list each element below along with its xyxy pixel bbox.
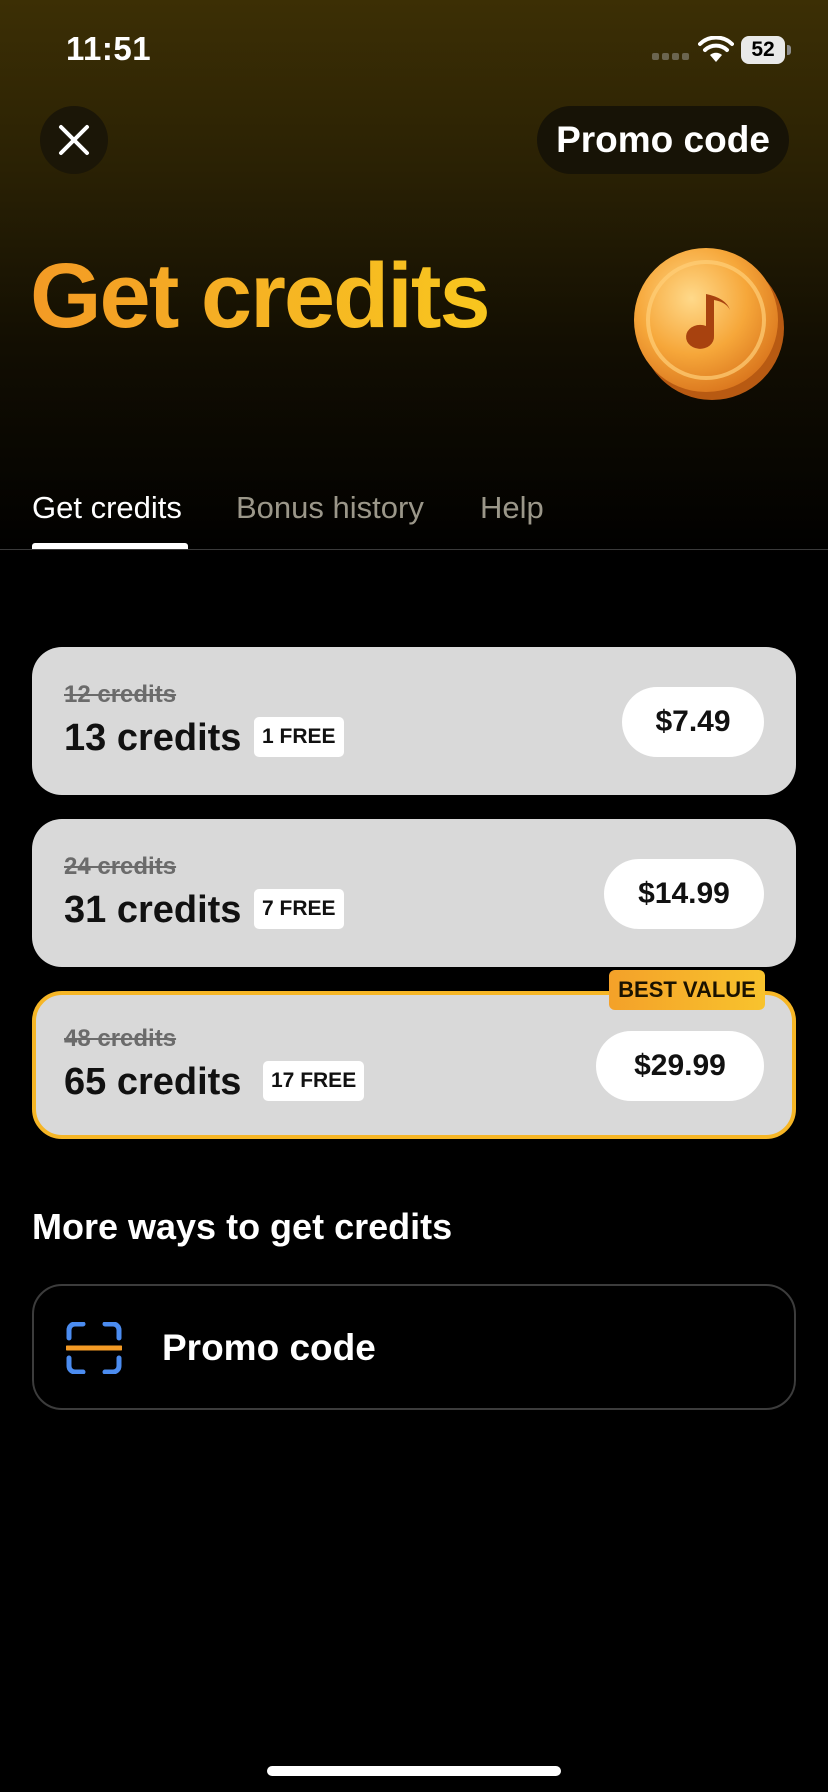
status-bar: 11:51 52 — [0, 0, 828, 100]
battery-level: 52 — [741, 36, 785, 64]
section-title: More ways to get credits — [32, 1206, 453, 1247]
scan-icon — [66, 1322, 122, 1374]
promo-code-option[interactable]: Promo code — [32, 1284, 796, 1410]
free-credits-badge: 17 FREE — [263, 1061, 365, 1101]
original-credits: 24 credits — [64, 853, 177, 880]
status-time: 11:51 — [66, 30, 152, 67]
cellular-signal-icon — [652, 53, 690, 61]
tab-bonus-history[interactable]: Bonus history — [236, 490, 424, 526]
price-button[interactable]: $29.99 — [596, 1031, 764, 1101]
credits-amount: 65 credits — [64, 1061, 242, 1103]
credits-amount: 13 credits — [64, 717, 242, 759]
original-credits: 12 credits — [64, 681, 177, 708]
credit-offer-card[interactable]: 12 credits 13 credits 1 FREE $7.49 — [32, 647, 796, 795]
close-icon — [59, 125, 89, 155]
price-button[interactable]: $7.49 — [622, 687, 764, 757]
close-button[interactable] — [40, 106, 108, 174]
battery-icon: 52 — [741, 36, 791, 64]
free-credits-badge: 1 FREE — [254, 717, 344, 757]
tab-bar: Get credits Bonus history Help — [0, 480, 828, 550]
tab-get-credits[interactable]: Get credits — [32, 490, 182, 526]
price-button[interactable]: $14.99 — [604, 859, 764, 929]
wifi-icon — [698, 36, 734, 62]
free-credits-badge: 7 FREE — [254, 889, 344, 929]
credits-amount: 31 credits — [64, 889, 242, 931]
best-value-badge: BEST VALUE — [609, 970, 765, 1010]
music-coin-icon — [634, 248, 784, 400]
credit-offer-card-best-value[interactable]: 48 credits 65 credits 17 FREE $29.99 — [32, 991, 796, 1139]
credit-offer-card[interactable]: 24 credits 31 credits 7 FREE $14.99 — [32, 819, 796, 967]
promo-code-button[interactable]: Promo code — [537, 106, 789, 174]
page-title: Get credits — [30, 245, 491, 347]
divider — [0, 549, 828, 550]
original-credits: 48 credits — [64, 1025, 177, 1052]
home-indicator[interactable] — [267, 1766, 561, 1776]
tab-help[interactable]: Help — [480, 490, 544, 526]
promo-code-label: Promo code — [162, 1327, 376, 1368]
